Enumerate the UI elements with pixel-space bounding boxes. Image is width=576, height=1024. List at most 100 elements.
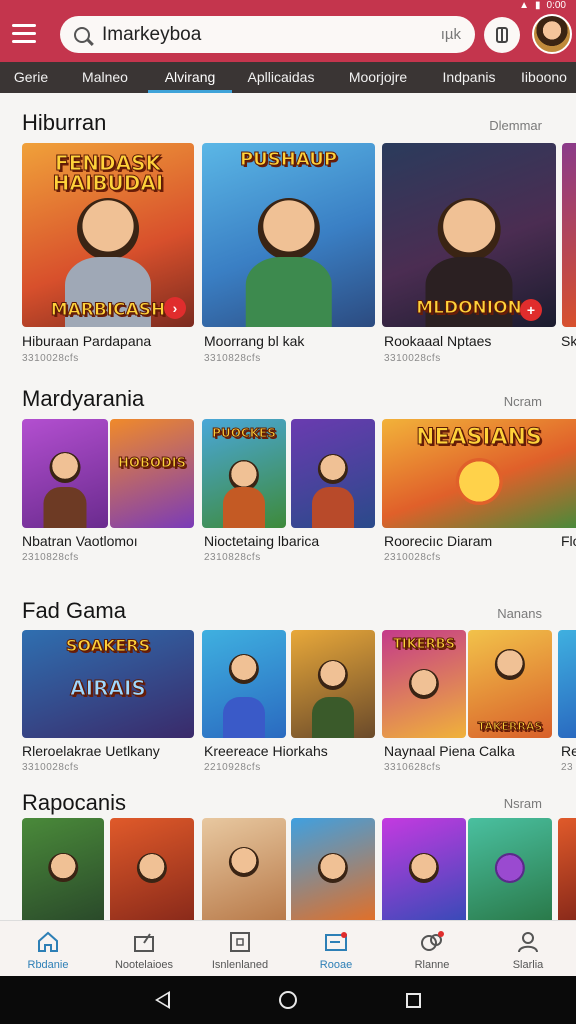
voice-search-button[interactable] <box>484 17 520 53</box>
app-card[interactable] <box>291 419 375 528</box>
card-title: Naynaal Piena Calka <box>384 743 515 759</box>
card-title: Rookaaal Nptaes <box>384 333 492 349</box>
card-meta: 2310828cfs <box>22 552 79 563</box>
card-art-subtitle: MARBICASH <box>50 300 166 320</box>
card-title: Kreereace Hiorkahs <box>204 743 328 759</box>
tab-5[interactable]: Indpanis <box>426 62 512 93</box>
card-meta: 2310828cfs <box>204 552 261 563</box>
card-art-subtitle: TAKERRAS <box>477 720 543 733</box>
back-icon[interactable] <box>154 991 170 1009</box>
card-art-title: NEASIANS <box>416 425 543 450</box>
app-card[interactable] <box>22 818 104 920</box>
app-card[interactable] <box>110 818 194 920</box>
app-card[interactable]: FENDASK HAIBUDAI MARBICASH › <box>22 143 194 327</box>
app-card[interactable]: TAKERRAS <box>468 630 552 738</box>
recents-icon[interactable] <box>406 992 422 1008</box>
search-input[interactable]: Imarkeyboa ıµk <box>60 16 475 53</box>
category-tabs: Gerie Malneo Alvirang Apllicaidas Moorjo… <box>0 62 576 93</box>
mail-icon <box>324 931 348 953</box>
app-card[interactable]: PUSHAUP <box>202 143 375 327</box>
section-title: Fad Gama <box>22 598 126 623</box>
app-card[interactable]: SOAKERS AIRAIS <box>22 630 194 738</box>
card-meta: 3310028cfs <box>22 762 79 773</box>
section-more-link[interactable]: Nanans <box>497 606 542 621</box>
section-title: Hiburran <box>22 110 107 135</box>
card-title: Rleroelakrae Uetlkany <box>22 743 160 759</box>
card-meta: 3310828cfs <box>204 353 261 364</box>
card-meta: 2310028cfs <box>384 552 441 563</box>
hamburger-menu-icon[interactable] <box>12 24 36 44</box>
card-meta: 3310028cfs <box>384 353 441 364</box>
play-badge-icon: › <box>164 297 186 319</box>
card-art-title: SOAKERS <box>65 636 151 655</box>
chat-icon <box>420 931 444 953</box>
card-art-title: PUOCKES <box>212 426 277 440</box>
app-card[interactable]: HOBODIS <box>110 419 194 528</box>
nav-label: Rbdanie <box>27 959 69 971</box>
status-time: 0:00 <box>546 0 566 11</box>
section-title: Mardyarania <box>22 386 145 411</box>
card-meta: 23 <box>561 762 574 773</box>
card-title: Sk <box>561 333 576 349</box>
add-badge-icon: + <box>520 299 542 321</box>
tab-1[interactable]: Malneo <box>62 62 148 93</box>
card-title: Nioctetaing lbarica <box>204 533 320 549</box>
microphone-icon <box>496 27 508 43</box>
card-art-title: TIKERBS <box>393 637 456 652</box>
nav-item-5[interactable]: Slarlia <box>480 921 576 976</box>
system-navigation-bar <box>0 976 576 1024</box>
card-title: Re <box>561 743 576 759</box>
nav-item-4[interactable]: Rlanne <box>384 921 480 976</box>
status-icons: ▲ ▮ 0:00 <box>519 0 566 11</box>
app-card[interactable] <box>22 419 108 528</box>
profile-icon <box>516 931 540 953</box>
app-card[interactable] <box>202 818 286 920</box>
app-card[interactable] <box>468 818 552 920</box>
section-more-link[interactable]: Ncram <box>504 394 542 409</box>
nav-label: Rooae <box>319 959 353 971</box>
app-card[interactable] <box>558 818 576 920</box>
section-more-link[interactable]: Nsram <box>504 796 542 811</box>
card-title: Rooreciıc Diaram <box>384 533 493 549</box>
app-card[interactable]: PUOCKES <box>202 419 286 528</box>
app-card[interactable]: NEASIANS <box>382 419 576 528</box>
bottom-navigation: Rbdanie Nootelaioes Isnlenlaned Rooae Rl… <box>0 920 576 976</box>
app-card[interactable] <box>291 818 375 920</box>
section-more-link[interactable]: Dlemmar <box>489 118 542 133</box>
card-title: Moorrang bl kak <box>204 333 305 349</box>
home-circle-icon[interactable] <box>278 991 297 1009</box>
app-card[interactable]: TIKERBS <box>382 630 466 738</box>
nav-item-2[interactable]: Isnlenlaned <box>192 921 288 976</box>
tab-2[interactable]: Alvirang <box>148 62 232 93</box>
card-meta: 3310028cfs <box>22 353 79 364</box>
nav-item-3[interactable]: Rooae <box>288 921 384 976</box>
app-card[interactable] <box>202 630 286 738</box>
tab-0[interactable]: Gerie <box>0 62 62 93</box>
top-app-bar: ▲ ▮ 0:00 Imarkeyboa ıµk <box>0 0 576 66</box>
card-art-title: PUSHAUP <box>239 149 338 170</box>
search-hint: ıµk <box>440 26 461 43</box>
nav-item-0[interactable]: Rbdanie <box>0 921 96 976</box>
card-art-subtitle: AIRAIS <box>70 676 147 700</box>
nav-label: Nootelaioes <box>114 959 174 971</box>
app-card[interactable]: MLDONION + <box>382 143 556 327</box>
app-card[interactable] <box>562 143 576 327</box>
card-meta: 2210928cfs <box>204 762 261 773</box>
search-query-text: Imarkeyboa <box>102 23 202 45</box>
calendar-icon <box>228 931 252 953</box>
card-title: Flo <box>561 533 576 549</box>
app-card[interactable] <box>382 818 466 920</box>
nav-item-1[interactable]: Nootelaioes <box>96 921 192 976</box>
nav-label: Slarlia <box>512 959 544 971</box>
nav-label: Rlanne <box>414 959 450 971</box>
card-title: Hiburaan Pardapana <box>22 333 152 349</box>
app-card[interactable] <box>291 630 375 738</box>
card-art-title: FENDASK HAIBUDAI <box>52 151 164 195</box>
card-title: Nbatran Vaotlomoı <box>22 533 138 549</box>
tab-4[interactable]: Moorjojre <box>330 62 426 93</box>
search-icon <box>74 26 90 43</box>
avatar[interactable] <box>532 14 572 54</box>
tab-3[interactable]: Apllicaidas <box>232 62 330 93</box>
app-card[interactable] <box>558 630 576 738</box>
tab-6[interactable]: Iiboono <box>512 62 576 93</box>
